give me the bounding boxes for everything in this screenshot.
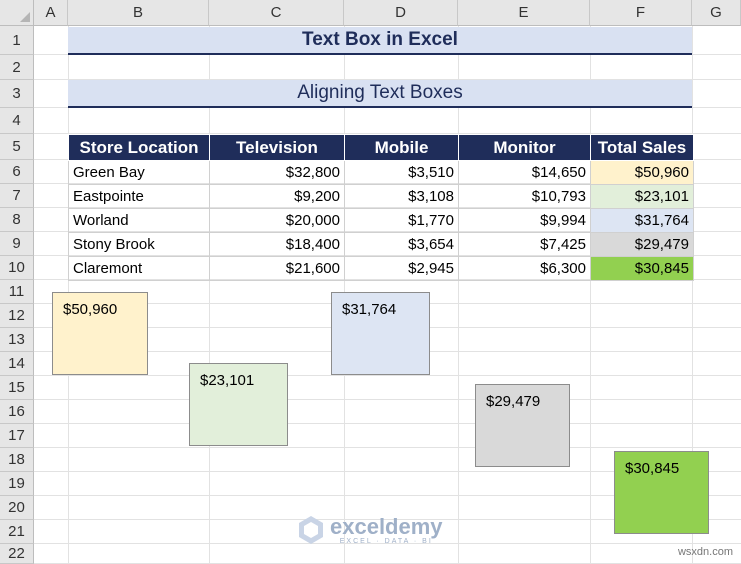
cell-total-sales[interactable]: $23,101 [590,184,694,209]
watermark-text: wsxdn.com [677,546,733,558]
cell-television[interactable]: $18,400 [209,232,345,257]
row-header[interactable]: 7 [0,184,34,208]
table-row: Stony Brook $18,400 $3,654 $7,425 $29,47… [68,232,694,257]
logo-name: exceldemy [330,513,443,539]
cell-television[interactable]: $21,600 [209,256,345,281]
cell-monitor[interactable]: $14,650 [458,160,591,185]
column-header-c[interactable]: C [209,0,344,26]
cell-total-sales[interactable]: $30,845 [590,256,694,281]
text-box-claremont[interactable]: $30,845 [614,451,709,534]
header-television[interactable]: Television [209,134,345,161]
cell-store[interactable]: Green Bay [68,160,210,185]
text-box-eastpointe[interactable]: $23,101 [189,363,288,446]
row-header[interactable]: 21 [0,520,34,544]
worksheet[interactable]: A B C D E F G 1 2 3 4 5 6 7 8 9 10 11 12 13 14 15 16 17 1… [0,0,741,564]
cell-store[interactable]: Worland [68,208,210,233]
row-header[interactable]: 9 [0,232,34,256]
row-header[interactable]: 14 [0,352,34,376]
row-header[interactable]: 8 [0,208,34,232]
cell-television[interactable]: $9,200 [209,184,345,209]
table-header-row: Store Location Television Mobile Monitor… [68,134,694,161]
gridline [34,447,741,448]
table-row: Eastpointe $9,200 $3,108 $10,793 $23,101 [68,184,694,209]
row-header[interactable]: 15 [0,376,34,400]
logo-tagline: EXCEL · DATA · BI [339,537,433,545]
cell-mobile[interactable]: $3,654 [344,232,459,257]
row-header[interactable]: 20 [0,496,34,520]
column-header-f[interactable]: F [590,0,692,26]
cell-store[interactable]: Stony Brook [68,232,210,257]
column-header-b[interactable]: B [68,0,209,26]
cell-total-sales[interactable]: $50,960 [590,160,694,185]
row-header[interactable]: 18 [0,448,34,472]
header-monitor[interactable]: Monitor [458,134,591,161]
cell-television[interactable]: $32,800 [209,160,345,185]
table-row: Green Bay $32,800 $3,510 $14,650 $50,960 [68,160,694,185]
cell-store[interactable]: Claremont [68,256,210,281]
header-total-sales[interactable]: Total Sales [590,134,694,161]
cell-mobile[interactable]: $2,945 [344,256,459,281]
text-box-stony-brook[interactable]: $29,479 [475,384,570,467]
cell-store[interactable]: Eastpointe [68,184,210,209]
row-header[interactable]: 1 [0,26,34,55]
cell-television[interactable]: $20,000 [209,208,345,233]
column-header-e[interactable]: E [458,0,590,26]
cell-mobile[interactable]: $3,510 [344,160,459,185]
header-store-location[interactable]: Store Location [68,134,210,161]
cell-monitor[interactable]: $10,793 [458,184,591,209]
sheet-title: Text Box in Excel [68,27,692,55]
row-header[interactable]: 11 [0,280,34,304]
header-mobile[interactable]: Mobile [344,134,459,161]
row-header[interactable]: 4 [0,108,34,134]
cell-total-sales[interactable]: $31,764 [590,208,694,233]
sheet-subtitle: Aligning Text Boxes [68,80,692,108]
row-header[interactable]: 12 [0,304,34,328]
exceldemy-logo: exceldemy EXCEL · DATA · BI [298,515,443,545]
cell-monitor[interactable]: $7,425 [458,232,591,257]
gridline [34,375,741,376]
column-header-d[interactable]: D [344,0,458,26]
text-box-green-bay[interactable]: $50,960 [52,292,148,375]
table-row: Claremont $21,600 $2,945 $6,300 $30,845 [68,256,694,281]
exceldemy-logo-icon [299,516,323,544]
row-header[interactable]: 10 [0,256,34,280]
row-header[interactable]: 17 [0,424,34,448]
cell-mobile[interactable]: $1,770 [344,208,459,233]
column-header-g[interactable]: G [692,0,741,26]
row-header[interactable]: 19 [0,472,34,496]
table-row: Worland $20,000 $1,770 $9,994 $31,764 [68,208,694,233]
column-header-a[interactable]: A [34,0,68,26]
cell-total-sales[interactable]: $29,479 [590,232,694,257]
row-header[interactable]: 16 [0,400,34,424]
cell-monitor[interactable]: $6,300 [458,256,591,281]
cell-monitor[interactable]: $9,994 [458,208,591,233]
row-header[interactable]: 13 [0,328,34,352]
row-header[interactable]: 3 [0,80,34,108]
row-header[interactable]: 2 [0,55,34,80]
row-header[interactable]: 22 [0,544,34,564]
row-header[interactable]: 5 [0,134,34,160]
gridline [34,423,741,424]
cell-mobile[interactable]: $3,108 [344,184,459,209]
text-box-worland[interactable]: $31,764 [331,292,430,375]
gridline [34,399,741,400]
select-all-corner[interactable] [0,0,34,26]
row-header[interactable]: 6 [0,160,34,184]
sales-table: Store Location Television Mobile Monitor… [68,134,694,281]
